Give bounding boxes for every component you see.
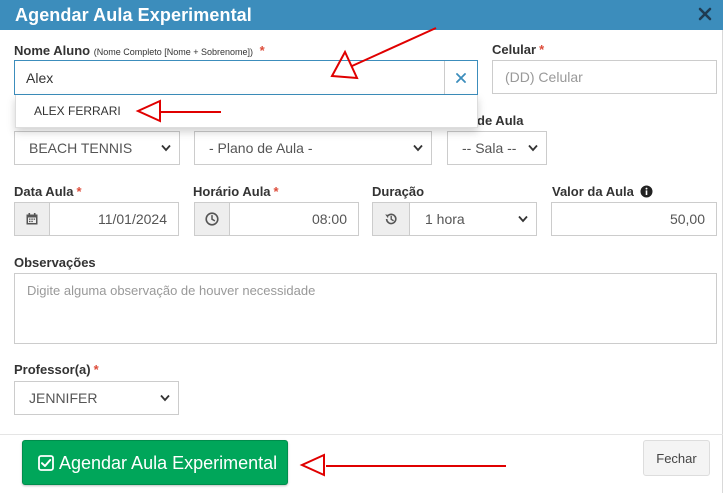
submit-button-label: Agendar Aula Experimental <box>59 453 278 473</box>
clock-icon <box>205 212 219 226</box>
modal-title: Agendar Aula Experimental <box>15 5 252 25</box>
required-marker: * <box>539 42 545 57</box>
duracao-select[interactable]: 1 hora <box>372 202 537 236</box>
suggestion-item[interactable]: ALEX FERRARI <box>34 104 121 118</box>
calendar-icon <box>26 213 38 225</box>
valor-aula-label-text: Valor da Aula <box>552 184 634 199</box>
modalidade-value: BEACH TENNIS <box>29 140 133 156</box>
chevron-down-icon <box>161 144 171 152</box>
observacoes-textarea[interactable]: Digite alguma observação de houver neces… <box>14 273 717 344</box>
valor-aula-label: Valor da Aula <box>552 184 653 199</box>
data-aula-input[interactable]: 11/01/2024 <box>14 202 179 236</box>
clear-name-button[interactable] <box>444 61 477 94</box>
schedule-trial-class-modal: Agendar Aula Experimental Nome Aluno (No… <box>0 0 723 493</box>
nome-aluno-label: Nome Aluno (Nome Completo [Nome + Sobren… <box>14 43 265 58</box>
horario-aula-input[interactable]: 08:00 <box>194 202 359 236</box>
nome-aluno-input[interactable]: Alex <box>14 60 478 95</box>
submit-trial-class-button[interactable]: Agendar Aula Experimental <box>22 440 288 485</box>
close-icon[interactable] <box>696 5 714 23</box>
history-addon <box>373 203 410 235</box>
arrow-head <box>299 453 325 477</box>
nome-aluno-value: Alex <box>26 69 54 86</box>
duracao-label: Duração <box>372 184 425 199</box>
professor-label: Professor(a) * <box>14 362 99 377</box>
clock-addon <box>195 203 230 235</box>
name-suggestions-dropdown: ALEX FERRARI <box>15 95 478 128</box>
close-button[interactable]: Fechar <box>643 440 710 476</box>
chevron-down-icon <box>518 215 528 223</box>
valor-aula-value: 50,00 <box>669 211 705 227</box>
check-square-icon <box>38 455 54 471</box>
professor-select[interactable]: JENNIFER <box>14 381 179 415</box>
data-aula-value: 11/01/2024 <box>97 211 167 227</box>
professor-value: JENNIFER <box>29 390 98 406</box>
data-aula-label-text: Data Aula <box>14 184 74 199</box>
nome-aluno-label-text: Nome Aluno <box>14 43 91 58</box>
history-icon <box>385 213 397 225</box>
modal-header: Agendar Aula Experimental <box>0 0 723 30</box>
observacoes-label: Observações <box>14 255 96 270</box>
observacoes-placeholder: Digite alguma observação de houver neces… <box>27 283 316 298</box>
horario-aula-label: Horário Aula * <box>193 184 279 199</box>
chevron-down-icon <box>413 144 423 152</box>
celular-placeholder: (DD) Celular <box>505 69 583 85</box>
duracao-value: 1 hora <box>425 211 465 227</box>
clear-x-icon <box>456 72 466 83</box>
sala-value: -- Sala -- <box>462 140 517 156</box>
info-icon[interactable] <box>640 185 653 198</box>
horario-aula-value: 08:00 <box>311 211 347 227</box>
close-button-label: Fechar <box>656 451 697 466</box>
required-marker: * <box>76 184 82 199</box>
plano-aula-value: - Plano de Aula - <box>209 140 313 156</box>
sala-label: de Aula <box>477 113 524 128</box>
required-marker: * <box>93 362 99 377</box>
chevron-down-icon <box>528 144 538 152</box>
valor-aula-input[interactable]: 50,00 <box>551 202 717 236</box>
data-aula-label: Data Aula * <box>14 184 82 199</box>
required-marker: * <box>259 43 265 58</box>
footer-divider <box>0 434 723 435</box>
calendar-addon <box>15 203 50 235</box>
celular-input[interactable]: (DD) Celular <box>492 60 717 94</box>
celular-label-text: Celular <box>492 42 537 57</box>
nome-aluno-hint: (Nome Completo [Nome + Sobrenome]) <box>93 47 254 57</box>
modalidade-select[interactable]: BEACH TENNIS <box>14 131 180 165</box>
chevron-down-icon <box>160 394 170 402</box>
required-marker: * <box>273 184 279 199</box>
professor-label-text: Professor(a) <box>14 362 91 377</box>
plano-aula-select[interactable]: - Plano de Aula - <box>194 131 432 165</box>
sala-select[interactable]: -- Sala -- <box>447 131 547 165</box>
horario-aula-label-text: Horário Aula <box>193 184 271 199</box>
celular-label: Celular * <box>492 42 544 57</box>
